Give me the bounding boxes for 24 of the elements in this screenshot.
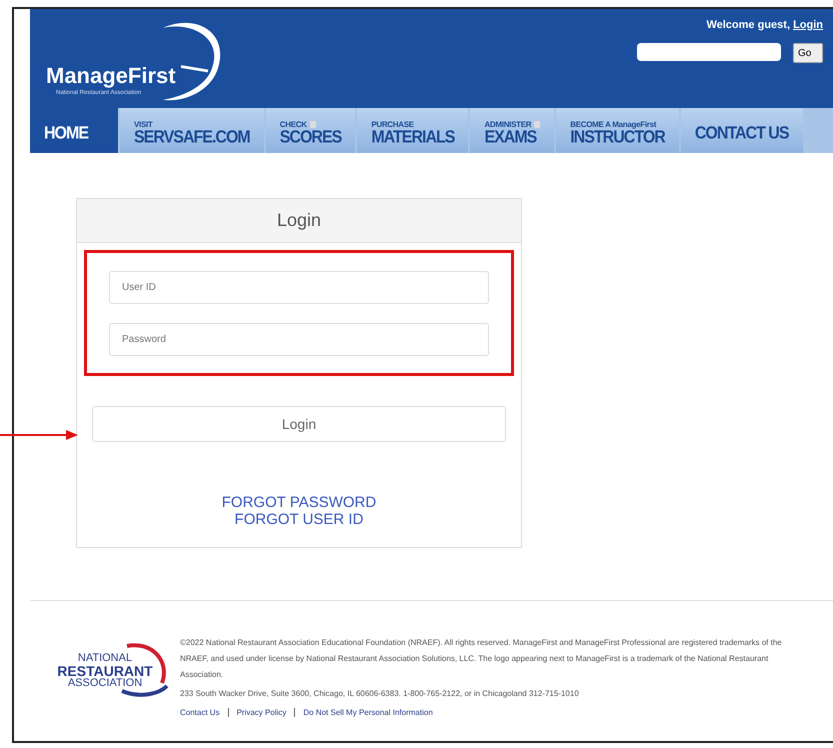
welcome-text: Welcome guest,	[706, 19, 790, 31]
nav-tab[interactable]: CHECK SCORES	[266, 108, 356, 153]
nav-tab[interactable]: BECOME A ManageFirst INSTRUCTOR	[556, 108, 679, 153]
nav-tab[interactable]: CONTACT US	[680, 108, 803, 153]
search-field[interactable]	[637, 43, 781, 61]
forgot-link[interactable]: FORGOT USER ID	[234, 511, 364, 528]
footer-link[interactable]: Privacy Policy	[236, 708, 286, 717]
nra-logo: NATIONAL RESTAURANT ASSOCIATION	[30, 635, 180, 741]
footer-link[interactable]: Do Not Sell My Personal Information	[303, 708, 433, 717]
forgot-link[interactable]: FORGOT PASSWORD	[222, 494, 376, 511]
login-title: Login	[276, 210, 322, 231]
input-field[interactable]: Password	[109, 322, 489, 356]
copyright-text: ©2022 National Restaurant Association Educational Foundation (NRAEF). All rights reserved. ManageFirst and ManageFirst Professional are registered trademarks of the NRAEF, and used under license by National Restaurant Association Solutions, LLC. The logo appearing next to ManageFirst is a trademark of the National Restaurant Association.	[180, 637, 783, 681]
nav-tab[interactable]: VISIT SERVSAFE.COM	[120, 108, 264, 153]
logo-name: ManageFirst	[46, 63, 176, 89]
nav-tab[interactable]: PURCHASE MATERIALS	[357, 108, 468, 153]
nav-tab[interactable]: ADMINISTER EXAMS	[470, 108, 554, 153]
address-text: 233 South Wacker Drive, Suite 3600, Chicago, IL 60606-6383. 1-800-765-2122, or in Chicagoland 312-715-1010	[180, 689, 580, 698]
login-link[interactable]: Login	[793, 19, 823, 31]
go-button[interactable]: Go	[793, 43, 823, 63]
footer-link[interactable]: Contact Us	[180, 708, 220, 717]
login-button[interactable]: Login	[92, 406, 506, 442]
nav-tab[interactable]: HOME	[30, 108, 118, 153]
input-field[interactable]: User ID	[109, 270, 489, 304]
